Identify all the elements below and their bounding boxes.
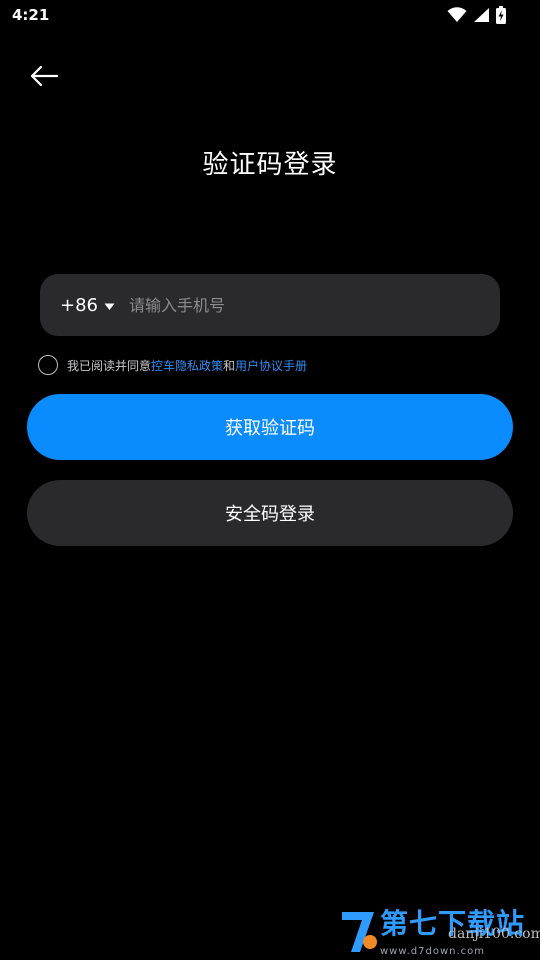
country-code-value: +86 bbox=[60, 294, 98, 316]
caret-down-icon bbox=[104, 296, 115, 315]
status-bar: 4:21 bbox=[0, 0, 540, 32]
agreement-row: 我已阅读并同意 控车隐私政策 和 用户协议手册 bbox=[38, 355, 307, 375]
security-code-login-button[interactable]: 安全码登录 bbox=[27, 480, 513, 546]
phone-input[interactable] bbox=[115, 274, 500, 336]
user-agreement-link[interactable]: 用户协议手册 bbox=[235, 357, 307, 374]
agreement-conjunction: 和 bbox=[223, 358, 236, 373]
status-time: 4:21 bbox=[12, 6, 50, 24]
agreement-radio[interactable] bbox=[38, 355, 58, 375]
watermark-url: www.d7down.com bbox=[380, 946, 486, 957]
watermark: 第七下载站 danji100.com www.d7down.com bbox=[336, 902, 540, 960]
battery-charging-icon bbox=[496, 6, 506, 28]
page-title: 验证码登录 bbox=[202, 150, 338, 180]
country-code-selector[interactable]: +86 bbox=[60, 295, 115, 316]
watermark-logo-icon bbox=[340, 908, 378, 958]
back-button[interactable] bbox=[26, 62, 62, 94]
agreement-prefix: 我已阅读并同意 bbox=[67, 358, 152, 373]
get-code-button[interactable]: 获取验证码 bbox=[27, 394, 513, 460]
watermark-site: danji100.com bbox=[448, 926, 540, 942]
status-icons bbox=[447, 6, 506, 28]
phone-field: +86 bbox=[40, 274, 500, 336]
wifi-icon bbox=[447, 7, 467, 27]
cell-signal-icon bbox=[473, 7, 490, 27]
privacy-policy-link[interactable]: 控车隐私政策 bbox=[151, 357, 223, 374]
arrow-left-icon bbox=[29, 65, 59, 91]
